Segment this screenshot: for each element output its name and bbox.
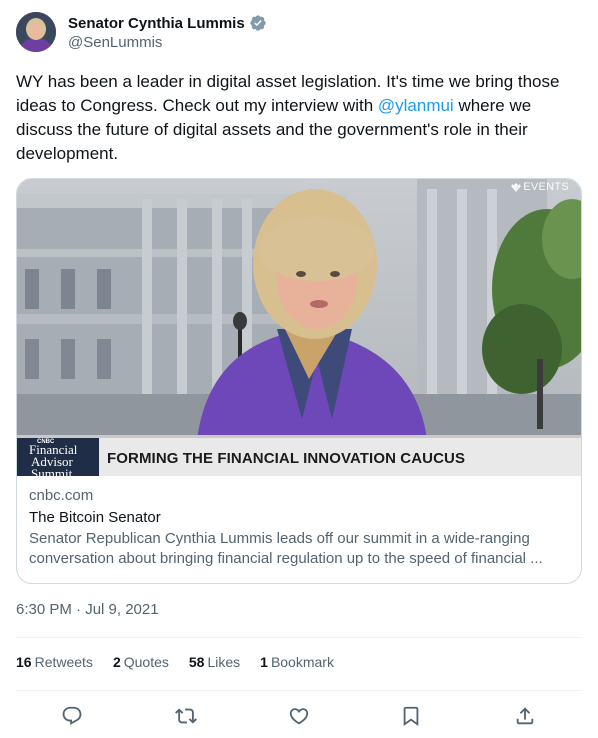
peacock-logo-icon <box>511 182 522 192</box>
author-name[interactable]: Senator Cynthia Lummis <box>68 15 245 32</box>
reply-icon <box>62 706 82 725</box>
verified-badge-icon <box>249 14 267 32</box>
events-watermark: EVENTS <box>510 181 569 193</box>
share-button[interactable] <box>512 703 538 729</box>
action-bar <box>16 700 582 730</box>
quotes-stat[interactable]: 2 Quotes <box>113 654 169 674</box>
lower-third-banner: CNBC Financial Advisor Summit FORMING TH… <box>17 435 581 476</box>
events-label: EVENTS <box>523 181 569 193</box>
quotes-label: Quotes <box>123 654 169 670</box>
share-icon <box>516 707 534 725</box>
author-handle[interactable]: @SenLummis <box>68 34 267 51</box>
quotes-count: 2 <box>112 654 121 670</box>
card-image[interactable]: EVENTS CNBC Financial Advisor Summit FOR… <box>17 179 581 476</box>
card-description-line-2: conversation about bringing financial re… <box>29 550 543 567</box>
retweets-count: 16 <box>16 654 32 670</box>
mention-link[interactable]: @ylanmui <box>378 96 454 115</box>
divider-bottom <box>16 690 582 691</box>
retweets-label: Retweets <box>34 654 93 670</box>
tweet-text: WY has been a leader in digital asset le… <box>16 70 582 166</box>
financial-advisor-summit-logo: CNBC Financial Advisor Summit <box>17 438 99 476</box>
bookmark-icon <box>403 706 419 727</box>
divider-top <box>16 637 582 638</box>
reply-button[interactable] <box>59 703 85 729</box>
likes-label: Likes <box>207 654 241 670</box>
retweets-stat[interactable]: 16 Retweets <box>16 654 93 674</box>
lower-third-title: FORMING THE FINANCIAL INNOVATION CAUCUS <box>107 450 466 467</box>
capitol-interview-image <box>17 179 581 476</box>
tweet-header: Senator Cynthia Lummis @SenLummis <box>16 12 582 56</box>
card-description: Senator Republican Cynthia Lummis leads … <box>29 529 569 569</box>
card-domain: cnbc.com <box>29 487 94 504</box>
likes-stat[interactable]: 58 Likes <box>189 654 240 674</box>
card-title: The Bitcoin Senator <box>29 509 161 526</box>
bookmarks-stat[interactable]: 1 Bookmark <box>260 654 334 674</box>
heart-icon <box>289 708 309 725</box>
retweet-icon <box>175 708 197 724</box>
retweet-button[interactable] <box>173 703 199 729</box>
link-card[interactable]: EVENTS CNBC Financial Advisor Summit FOR… <box>16 178 582 584</box>
likes-count: 58 <box>188 654 205 670</box>
bookmarks-count: 1 <box>260 654 268 670</box>
like-button[interactable] <box>286 703 312 729</box>
logo-line-3: Summit <box>31 466 73 476</box>
engagement-stats: 16 Retweets 2 Quotes 58 Likes 1 Bookmark <box>16 654 354 674</box>
tweet-timestamp[interactable]: 6:30 PM · Jul 9, 2021 <box>16 601 159 618</box>
bookmarks-label: Bookmark <box>270 654 334 670</box>
card-description-line-1: Senator Republican Cynthia Lummis leads … <box>29 530 530 547</box>
bookmark-button[interactable] <box>398 703 424 729</box>
card-meta[interactable]: cnbc.com The Bitcoin Senator Senator Rep… <box>29 485 569 569</box>
avatar[interactable] <box>16 12 56 52</box>
